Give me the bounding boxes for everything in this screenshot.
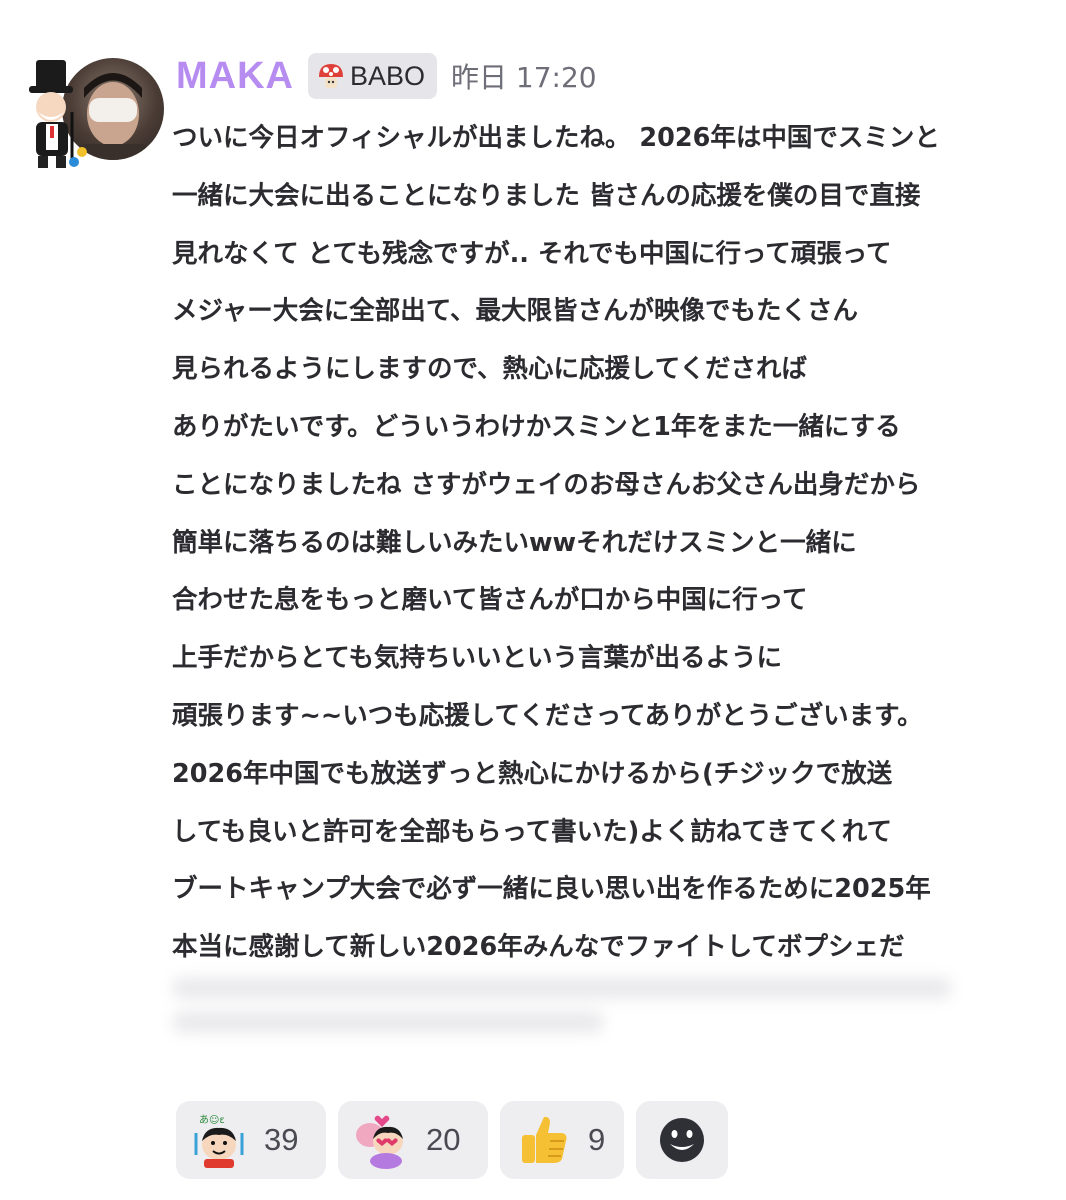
message-line: ブートキャンプ大会で必ず一緒に良い思い出を作るために2025年 xyxy=(172,874,931,905)
message-line: 一緒に大会に出ることになりました 皆さんの応援を僕の目で直接 xyxy=(172,180,921,211)
username[interactable]: MAKA xyxy=(176,55,294,98)
monopoly-mascot-icon xyxy=(24,52,94,174)
reaction-count: 39 xyxy=(264,1122,299,1157)
mushroom-icon xyxy=(318,64,343,88)
role-badge-label: BABO xyxy=(349,60,426,91)
reaction-button[interactable]: 20 xyxy=(338,1101,488,1179)
message-line: ことになりましたね さすがウェイのお母さんお父さん出身だから xyxy=(172,469,921,500)
shinchan-cheer-sticker-icon: あ☺ε xyxy=(194,1114,244,1168)
chat-message: MAKA BABO 昨日 17:20 ついに今日オフィシャルが出ましたね。 20… xyxy=(0,0,1066,1200)
reaction-bar: あ☺ε 39 20 9 xyxy=(176,1101,728,1179)
reaction-count: 9 xyxy=(588,1122,606,1157)
message-line: 合わせた息をもっと磨いて皆さんが口から中国に行って xyxy=(172,585,808,616)
message-body: ついに今日オフィシャルが出ましたね。 2026年は中国でスミンと 一緒に大会に出… xyxy=(172,110,1052,977)
shinchan-heart-sticker-icon xyxy=(356,1115,403,1169)
reaction-button[interactable]: 9 xyxy=(500,1101,624,1179)
avatar[interactable] xyxy=(24,52,164,174)
message-line: 頑張ります~~いつも応援してくださってありがとうございます。 xyxy=(172,700,923,731)
message-line: 簡単に落ちるのは難しいみたいwwそれだけスミンと一緒に xyxy=(172,527,857,558)
reaction-button[interactable]: あ☺ε 39 xyxy=(176,1101,326,1179)
blurred-text xyxy=(172,965,1002,1075)
message-line: ありがたいです。どういうわけかスミンと1年をまた一緒にする xyxy=(172,411,901,442)
smiley-add-icon xyxy=(660,1118,704,1162)
message-line: 見れなくて とても残念ですが.. それでも中国に行って頑張って xyxy=(172,238,892,269)
message-line: 2026年中国でも放送ずっと熱心にかけるから(チジックで放送 xyxy=(172,758,893,789)
message-line: ついに今日オフィシャルが出ましたね。 2026年は中国でスミンと xyxy=(172,123,940,153)
role-badge[interactable]: BABO xyxy=(307,53,438,99)
message-line: しても良いと許可を全部もらって書いた)よく訪ねてきてくれて xyxy=(172,816,893,847)
svg-text:あ☺ε: あ☺ε xyxy=(199,1114,225,1126)
message-line: メジャー大会に全部出て、最大限皆さんが映像でもたくさん xyxy=(172,296,858,327)
message-header: MAKA BABO 昨日 17:20 xyxy=(176,50,597,102)
add-reaction-button[interactable] xyxy=(636,1101,728,1179)
message-line: 見られるようにしますので、熱心に応援してくだされば xyxy=(172,354,807,385)
message-line: 上手だからとても気持ちいいという言葉が出るように xyxy=(172,643,782,674)
thumbs-up-icon xyxy=(522,1116,567,1163)
reaction-count: 20 xyxy=(426,1122,461,1157)
timestamp[interactable]: 昨日 17:20 xyxy=(451,56,597,96)
